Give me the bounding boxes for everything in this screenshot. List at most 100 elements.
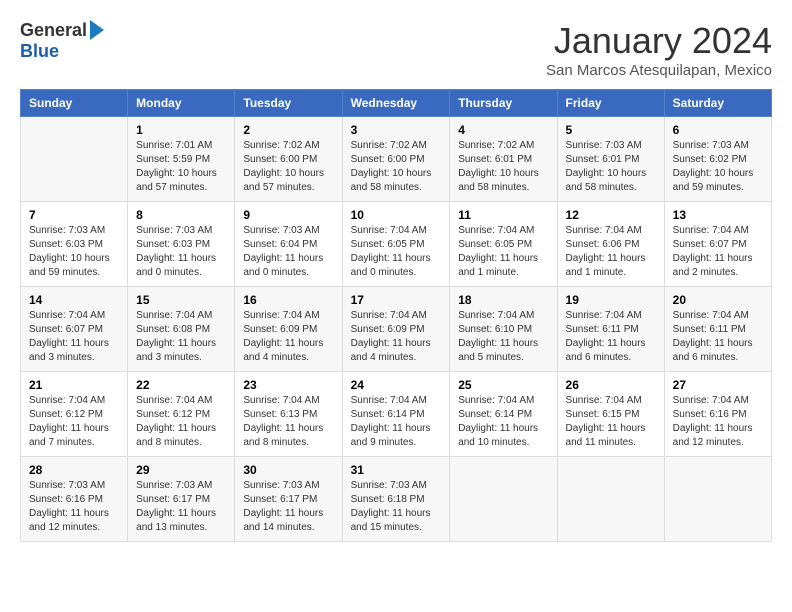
daylight-text: Daylight: 11 hours and 11 minutes. (566, 423, 646, 448)
day-info: Sunrise: 7:04 AM Sunset: 6:11 PM Dayligh… (673, 309, 763, 365)
sunset-text: Sunset: 5:59 PM (136, 154, 210, 165)
daylight-text: Daylight: 11 hours and 4 minutes. (243, 338, 323, 363)
day-number: 22 (136, 378, 226, 392)
day-info: Sunrise: 7:04 AM Sunset: 6:14 PM Dayligh… (351, 394, 442, 450)
day-info: Sunrise: 7:03 AM Sunset: 6:04 PM Dayligh… (243, 224, 333, 280)
sunset-text: Sunset: 6:07 PM (673, 239, 747, 250)
sunset-text: Sunset: 6:16 PM (29, 494, 103, 505)
daylight-text: Daylight: 11 hours and 10 minutes. (458, 423, 538, 448)
daylight-text: Daylight: 11 hours and 8 minutes. (136, 423, 216, 448)
calendar-cell: 7 Sunrise: 7:03 AM Sunset: 6:03 PM Dayli… (21, 202, 128, 287)
title-block: January 2024 San Marcos Atesquilapan, Me… (546, 20, 772, 79)
calendar-cell: 25 Sunrise: 7:04 AM Sunset: 6:14 PM Dayl… (450, 372, 557, 457)
sunset-text: Sunset: 6:12 PM (29, 409, 103, 420)
day-number: 27 (673, 378, 763, 392)
sunrise-text: Sunrise: 7:04 AM (351, 225, 427, 236)
location: San Marcos Atesquilapan, Mexico (546, 62, 772, 79)
daylight-text: Daylight: 11 hours and 5 minutes. (458, 338, 538, 363)
sunset-text: Sunset: 6:17 PM (243, 494, 317, 505)
day-info: Sunrise: 7:03 AM Sunset: 6:18 PM Dayligh… (351, 479, 442, 535)
day-number: 16 (243, 293, 333, 307)
day-number: 20 (673, 293, 763, 307)
sunrise-text: Sunrise: 7:03 AM (136, 480, 212, 491)
day-info: Sunrise: 7:03 AM Sunset: 6:01 PM Dayligh… (566, 139, 656, 195)
day-number: 13 (673, 208, 763, 222)
calendar-table: Sunday Monday Tuesday Wednesday Thursday… (20, 89, 772, 542)
day-number: 15 (136, 293, 226, 307)
daylight-text: Daylight: 11 hours and 2 minutes. (673, 253, 753, 278)
day-number: 1 (136, 123, 226, 137)
day-info: Sunrise: 7:04 AM Sunset: 6:11 PM Dayligh… (566, 309, 656, 365)
sunset-text: Sunset: 6:17 PM (136, 494, 210, 505)
day-number: 7 (29, 208, 119, 222)
calendar-cell: 8 Sunrise: 7:03 AM Sunset: 6:03 PM Dayli… (128, 202, 235, 287)
day-number: 10 (351, 208, 442, 222)
sunset-text: Sunset: 6:09 PM (243, 324, 317, 335)
sunrise-text: Sunrise: 7:04 AM (243, 395, 319, 406)
sunrise-text: Sunrise: 7:04 AM (351, 310, 427, 321)
day-number: 21 (29, 378, 119, 392)
calendar-week-1: 1 Sunrise: 7:01 AM Sunset: 5:59 PM Dayli… (21, 117, 772, 202)
day-number: 28 (29, 463, 119, 477)
daylight-text: Daylight: 11 hours and 6 minutes. (673, 338, 753, 363)
sunrise-text: Sunrise: 7:04 AM (458, 395, 534, 406)
calendar-cell: 19 Sunrise: 7:04 AM Sunset: 6:11 PM Dayl… (557, 287, 664, 372)
day-number: 30 (243, 463, 333, 477)
calendar-cell (664, 457, 771, 542)
sunrise-text: Sunrise: 7:04 AM (458, 310, 534, 321)
calendar-week-3: 14 Sunrise: 7:04 AM Sunset: 6:07 PM Dayl… (21, 287, 772, 372)
daylight-text: Daylight: 11 hours and 7 minutes. (29, 423, 109, 448)
sunset-text: Sunset: 6:01 PM (566, 154, 640, 165)
day-number: 26 (566, 378, 656, 392)
sunset-text: Sunset: 6:09 PM (351, 324, 425, 335)
day-info: Sunrise: 7:04 AM Sunset: 6:16 PM Dayligh… (673, 394, 763, 450)
daylight-text: Daylight: 11 hours and 1 minute. (566, 253, 646, 278)
sunrise-text: Sunrise: 7:04 AM (29, 395, 105, 406)
daylight-text: Daylight: 10 hours and 58 minutes. (351, 168, 432, 193)
col-friday: Friday (557, 90, 664, 117)
daylight-text: Daylight: 10 hours and 58 minutes. (566, 168, 647, 193)
day-number: 4 (458, 123, 548, 137)
sunrise-text: Sunrise: 7:04 AM (351, 395, 427, 406)
day-info: Sunrise: 7:03 AM Sunset: 6:03 PM Dayligh… (29, 224, 119, 280)
calendar-cell: 10 Sunrise: 7:04 AM Sunset: 6:05 PM Dayl… (342, 202, 450, 287)
sunrise-text: Sunrise: 7:02 AM (351, 140, 427, 151)
sunset-text: Sunset: 6:14 PM (458, 409, 532, 420)
sunset-text: Sunset: 6:02 PM (673, 154, 747, 165)
day-info: Sunrise: 7:04 AM Sunset: 6:07 PM Dayligh… (673, 224, 763, 280)
day-info: Sunrise: 7:02 AM Sunset: 6:00 PM Dayligh… (351, 139, 442, 195)
daylight-text: Daylight: 11 hours and 12 minutes. (29, 508, 109, 533)
calendar-cell: 23 Sunrise: 7:04 AM Sunset: 6:13 PM Dayl… (235, 372, 342, 457)
calendar-cell: 6 Sunrise: 7:03 AM Sunset: 6:02 PM Dayli… (664, 117, 771, 202)
daylight-text: Daylight: 11 hours and 0 minutes. (136, 253, 216, 278)
sunrise-text: Sunrise: 7:03 AM (29, 480, 105, 491)
day-number: 23 (243, 378, 333, 392)
day-number: 14 (29, 293, 119, 307)
daylight-text: Daylight: 11 hours and 13 minutes. (136, 508, 216, 533)
calendar-week-2: 7 Sunrise: 7:03 AM Sunset: 6:03 PM Dayli… (21, 202, 772, 287)
day-number: 5 (566, 123, 656, 137)
calendar-cell: 16 Sunrise: 7:04 AM Sunset: 6:09 PM Dayl… (235, 287, 342, 372)
logo-arrow-icon (90, 20, 104, 40)
calendar-cell: 24 Sunrise: 7:04 AM Sunset: 6:14 PM Dayl… (342, 372, 450, 457)
sunrise-text: Sunrise: 7:03 AM (351, 480, 427, 491)
day-info: Sunrise: 7:03 AM Sunset: 6:16 PM Dayligh… (29, 479, 119, 535)
day-number: 18 (458, 293, 548, 307)
day-info: Sunrise: 7:04 AM Sunset: 6:07 PM Dayligh… (29, 309, 119, 365)
sunrise-text: Sunrise: 7:03 AM (673, 140, 749, 151)
sunrise-text: Sunrise: 7:04 AM (566, 395, 642, 406)
day-info: Sunrise: 7:04 AM Sunset: 6:05 PM Dayligh… (458, 224, 548, 280)
sunset-text: Sunset: 6:18 PM (351, 494, 425, 505)
calendar-cell: 27 Sunrise: 7:04 AM Sunset: 6:16 PM Dayl… (664, 372, 771, 457)
sunrise-text: Sunrise: 7:04 AM (458, 225, 534, 236)
day-number: 24 (351, 378, 442, 392)
logo-general: General (20, 20, 87, 41)
day-number: 2 (243, 123, 333, 137)
col-sunday: Sunday (21, 90, 128, 117)
day-info: Sunrise: 7:04 AM Sunset: 6:12 PM Dayligh… (136, 394, 226, 450)
calendar-cell: 17 Sunrise: 7:04 AM Sunset: 6:09 PM Dayl… (342, 287, 450, 372)
month-title: January 2024 (546, 20, 772, 62)
day-number: 12 (566, 208, 656, 222)
sunset-text: Sunset: 6:03 PM (29, 239, 103, 250)
day-number: 25 (458, 378, 548, 392)
